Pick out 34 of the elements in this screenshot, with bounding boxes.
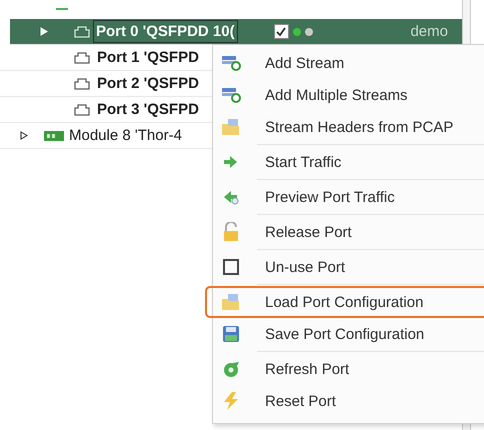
menu-item[interactable]: Start Traffic [213,146,484,178]
menu-item[interactable]: Refresh Port [213,353,484,385]
expand-arrow-icon[interactable] [20,131,28,140]
port-icon [74,26,90,38]
padlock-icon [221,222,241,242]
row-label: Port 3 'QSFPD [97,101,199,118]
highlighted-menu-item[interactable]: Load Port Configuration [205,286,484,318]
checkbox[interactable] [274,24,289,39]
module-icon [44,130,64,142]
menu-item[interactable]: Release Port [213,216,484,248]
owner-label: demo [410,23,448,40]
refresh-icon [221,360,241,378]
menu-item[interactable]: Add Multiple Streams [213,79,484,111]
row-label: Port 2 'QSFPD [97,75,199,92]
menu-item[interactable]: Stream Headers from PCAP [213,111,484,143]
port-icon [74,104,90,116]
row-label: Module 8 'Thor-4 [69,127,182,144]
row-label: Port 1 'QSFPD [97,49,199,66]
stream-add-icon [221,86,241,104]
row-label: Port 0 'QSFPDD 10( [93,20,238,43]
menu-item[interactable]: Add Stream [213,47,484,79]
menu-item[interactable]: Preview Port Traffic [213,181,484,213]
stream-add-icon [221,54,241,72]
lightning-icon [221,391,241,411]
menu-item[interactable]: Save Port Configuration [213,318,484,350]
menu-item[interactable]: Reset Port [213,385,484,417]
menu-item[interactable]: Un-use Port [213,251,484,283]
port-icon [74,52,90,64]
collapse-mark [56,8,68,10]
port-icon [74,78,90,90]
folder-icon [221,118,241,136]
selected-tree-row[interactable]: Port 0 'QSFPDD 10( demo [10,19,462,45]
square-icon [222,258,240,276]
folder-icon [221,293,241,311]
